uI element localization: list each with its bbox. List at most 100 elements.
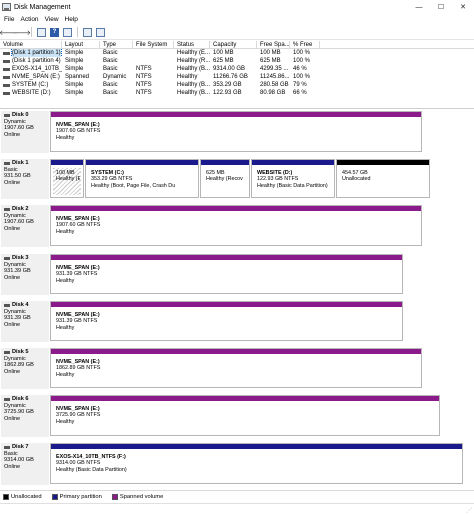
volume-list-icon[interactable] bbox=[82, 27, 93, 38]
disk-info-line: Dynamic bbox=[4, 402, 26, 409]
volume-row[interactable]: SYSTEM (C:) Simple Basic NTFS Healthy (B... 3… bbox=[0, 81, 474, 89]
menu-action[interactable]: Action bbox=[20, 16, 38, 23]
column-header-file-system[interactable]: File System bbox=[133, 41, 174, 48]
disk-info-line: 3725.90 GB bbox=[4, 409, 34, 416]
disk-label[interactable]: Disk 1 Basic 931.50 GB Online bbox=[1, 159, 49, 199]
disk-name: Disk 2 bbox=[4, 206, 47, 213]
disk-info-line: Dynamic bbox=[4, 355, 26, 362]
menu-view[interactable]: View bbox=[45, 16, 59, 23]
volume-row[interactable]: (Disk 1 partition 1) Simple Basic Healthy (… bbox=[0, 49, 474, 57]
disk-info-line: 931.39 GB bbox=[4, 315, 31, 322]
disk-label[interactable]: Disk 4 Dynamic 931.39 GB Online bbox=[1, 301, 49, 342]
disk-label[interactable]: Disk 0 Dynamic 1907.60 GB Online bbox=[1, 111, 49, 153]
toolbar-separator bbox=[77, 27, 78, 37]
console-tree-icon[interactable] bbox=[62, 27, 73, 38]
help-icon[interactable]: ? bbox=[49, 27, 60, 38]
menu-bar: File Action View Help bbox=[0, 14, 474, 25]
column-header-volume[interactable]: Volume bbox=[0, 41, 62, 48]
partition-details: 454.57 GB Unallocated bbox=[339, 168, 427, 195]
volume-cell: 79 % bbox=[293, 82, 307, 88]
volume-cell: Basic bbox=[103, 66, 118, 72]
volume-cell: 353.29 GB bbox=[213, 82, 242, 88]
volume-cell: NTFS bbox=[136, 90, 152, 96]
disk-label[interactable]: Disk 3 Dynamic 931.39 GB Online bbox=[1, 254, 49, 295]
partition-primary[interactable]: 100 MB Healthy (E bbox=[50, 159, 84, 198]
volume-row[interactable]: (Disk 1 partition 4) Simple Basic Healthy (… bbox=[0, 57, 474, 65]
resize-grip-icon[interactable]: ⋰ bbox=[466, 507, 472, 514]
partition-primary[interactable]: WEBSITE (D:) 122.93 GB NTFS Healthy (Basic… bbox=[251, 159, 335, 198]
partition-status: Healthy (E bbox=[56, 176, 81, 183]
legend-unallocated-swatch bbox=[3, 493, 9, 500]
column-header-free-space[interactable]: Free Spa... bbox=[257, 41, 290, 48]
column-header-layout[interactable]: Layout bbox=[62, 41, 100, 48]
disk-icon bbox=[4, 161, 10, 165]
properties-icon[interactable] bbox=[36, 27, 47, 38]
column-header-capacity[interactable]: Capacity bbox=[210, 41, 257, 48]
disk-label[interactable]: Disk 6 Dynamic 3725.90 GB Online bbox=[1, 395, 49, 437]
forward-arrow-icon[interactable]: 🡒 bbox=[12, 27, 31, 38]
disk-label[interactable]: Disk 2 Dynamic 1907.60 GB Online bbox=[1, 205, 49, 247]
disk-label[interactable]: Disk 5 Dynamic 1862.89 GB Online bbox=[1, 348, 49, 389]
partition-spanned[interactable]: NVME_SPAN (E:) 1907.60 GB NTFS Healthy bbox=[50, 205, 422, 246]
maximize-button[interactable]: ☐ bbox=[430, 0, 452, 14]
disk-name-text: Disk 5 bbox=[12, 349, 29, 355]
partition-primary[interactable]: EXOS-X14_10TB_NTFS (F:) 9314.00 GB NTFS He… bbox=[50, 443, 463, 484]
menu-help[interactable]: Help bbox=[65, 16, 78, 23]
toolbar: 🡐 🡒 ? bbox=[0, 25, 474, 40]
menu-file[interactable]: File bbox=[4, 16, 14, 23]
volume-row[interactable]: EXOS-X14_10TB_N...Simple Basic NTFS Healthy… bbox=[0, 65, 474, 73]
column-header-percent-free[interactable]: % Free bbox=[290, 41, 320, 48]
volume-name: WEBSITE (D:) bbox=[12, 90, 51, 96]
disk-icon bbox=[4, 303, 10, 307]
volume-cell: 11266.76 GB bbox=[213, 74, 248, 80]
disk-management-icon bbox=[2, 3, 11, 11]
partition-primary[interactable]: 625 MB Healthy (Recov bbox=[200, 159, 250, 198]
toolbar-separator bbox=[31, 27, 32, 37]
disk-name-text: Disk 2 bbox=[12, 206, 29, 212]
volume-row[interactable]: NVME_SPAN (E:) Spanned Dynamic NTFS Healthy 1… bbox=[0, 73, 474, 81]
disk-info-line: Online bbox=[4, 368, 21, 375]
volume-row[interactable]: WEBSITE (D:) Simple Basic NTFS Healthy (B...… bbox=[0, 89, 474, 97]
column-header-type[interactable]: Type bbox=[100, 41, 133, 48]
partition-status: Healthy (Recov bbox=[206, 176, 243, 183]
volume-cell: Spanned bbox=[65, 74, 90, 80]
column-header-status[interactable]: Status bbox=[174, 41, 210, 48]
volume-cell: Simple bbox=[65, 90, 84, 96]
disk-name: Disk 5 bbox=[4, 349, 47, 356]
partition-spanned[interactable]: NVME_SPAN (E:) 3725.90 GB NTFS Healthy bbox=[50, 395, 440, 436]
volume-cell: 625 MB bbox=[260, 58, 281, 64]
partition-details: NVME_SPAN (E:) 3725.90 GB NTFS Healthy bbox=[53, 404, 437, 433]
disk-info-line: 931.39 GB bbox=[4, 268, 31, 275]
volume-name: EXOS-X14_10TB_N... bbox=[12, 66, 62, 72]
disk-graphical-view: Disk 0 Dynamic 1907.60 GB Online NVME_SPAN (… bbox=[0, 108, 474, 489]
partition-spanned[interactable]: NVME_SPAN (E:) 1907.60 GB NTFS Healthy bbox=[50, 111, 422, 152]
volume-cell: Healthy (E... bbox=[177, 50, 210, 56]
disk-info-line: 1907.60 GB bbox=[4, 125, 34, 132]
volume-name: SYSTEM (C:) bbox=[12, 82, 49, 88]
legend-spanned: Spanned volume bbox=[111, 493, 163, 500]
minimize-button[interactable]: — bbox=[408, 0, 430, 14]
title-bar: Disk Management — ☐ ✕ bbox=[0, 0, 474, 14]
graphical-view-icon[interactable] bbox=[95, 27, 106, 38]
volume-cell: Basic bbox=[103, 58, 118, 64]
partition-color-bar bbox=[51, 302, 402, 307]
disk-name-text: Disk 6 bbox=[12, 396, 29, 402]
partition-spanned[interactable]: NVME_SPAN (E:) 1862.89 GB NTFS Healthy bbox=[50, 348, 422, 388]
disk-name-text: Disk 7 bbox=[12, 444, 29, 450]
disk-info-line: Online bbox=[4, 179, 21, 186]
partition-status: Healthy bbox=[56, 277, 75, 284]
disk-icon bbox=[4, 350, 10, 354]
disk-info-line: 931.50 GB bbox=[4, 173, 31, 180]
partition-color-bar bbox=[51, 160, 83, 165]
disk-label[interactable]: Disk 7 Basic 9314.00 GB Online bbox=[1, 443, 49, 485]
disk-info-line: Online bbox=[4, 415, 21, 422]
disk-info-line: Basic bbox=[4, 450, 18, 457]
partition-spanned[interactable]: NVME_SPAN (E:) 931.39 GB NTFS Healthy bbox=[50, 254, 403, 294]
disk-info-line: Basic bbox=[4, 166, 18, 173]
partition-spanned[interactable]: NVME_SPAN (E:) 931.39 GB NTFS Healthy bbox=[50, 301, 403, 341]
disk-icon bbox=[4, 207, 10, 211]
volume-name-cell: SYSTEM (C:) bbox=[0, 81, 62, 89]
partition-unallocated[interactable]: 454.57 GB Unallocated bbox=[336, 159, 430, 198]
close-button[interactable]: ✕ bbox=[452, 0, 474, 14]
partition-primary[interactable]: SYSTEM (C:) 353.29 GB NTFS Healthy (Boot, … bbox=[85, 159, 199, 198]
